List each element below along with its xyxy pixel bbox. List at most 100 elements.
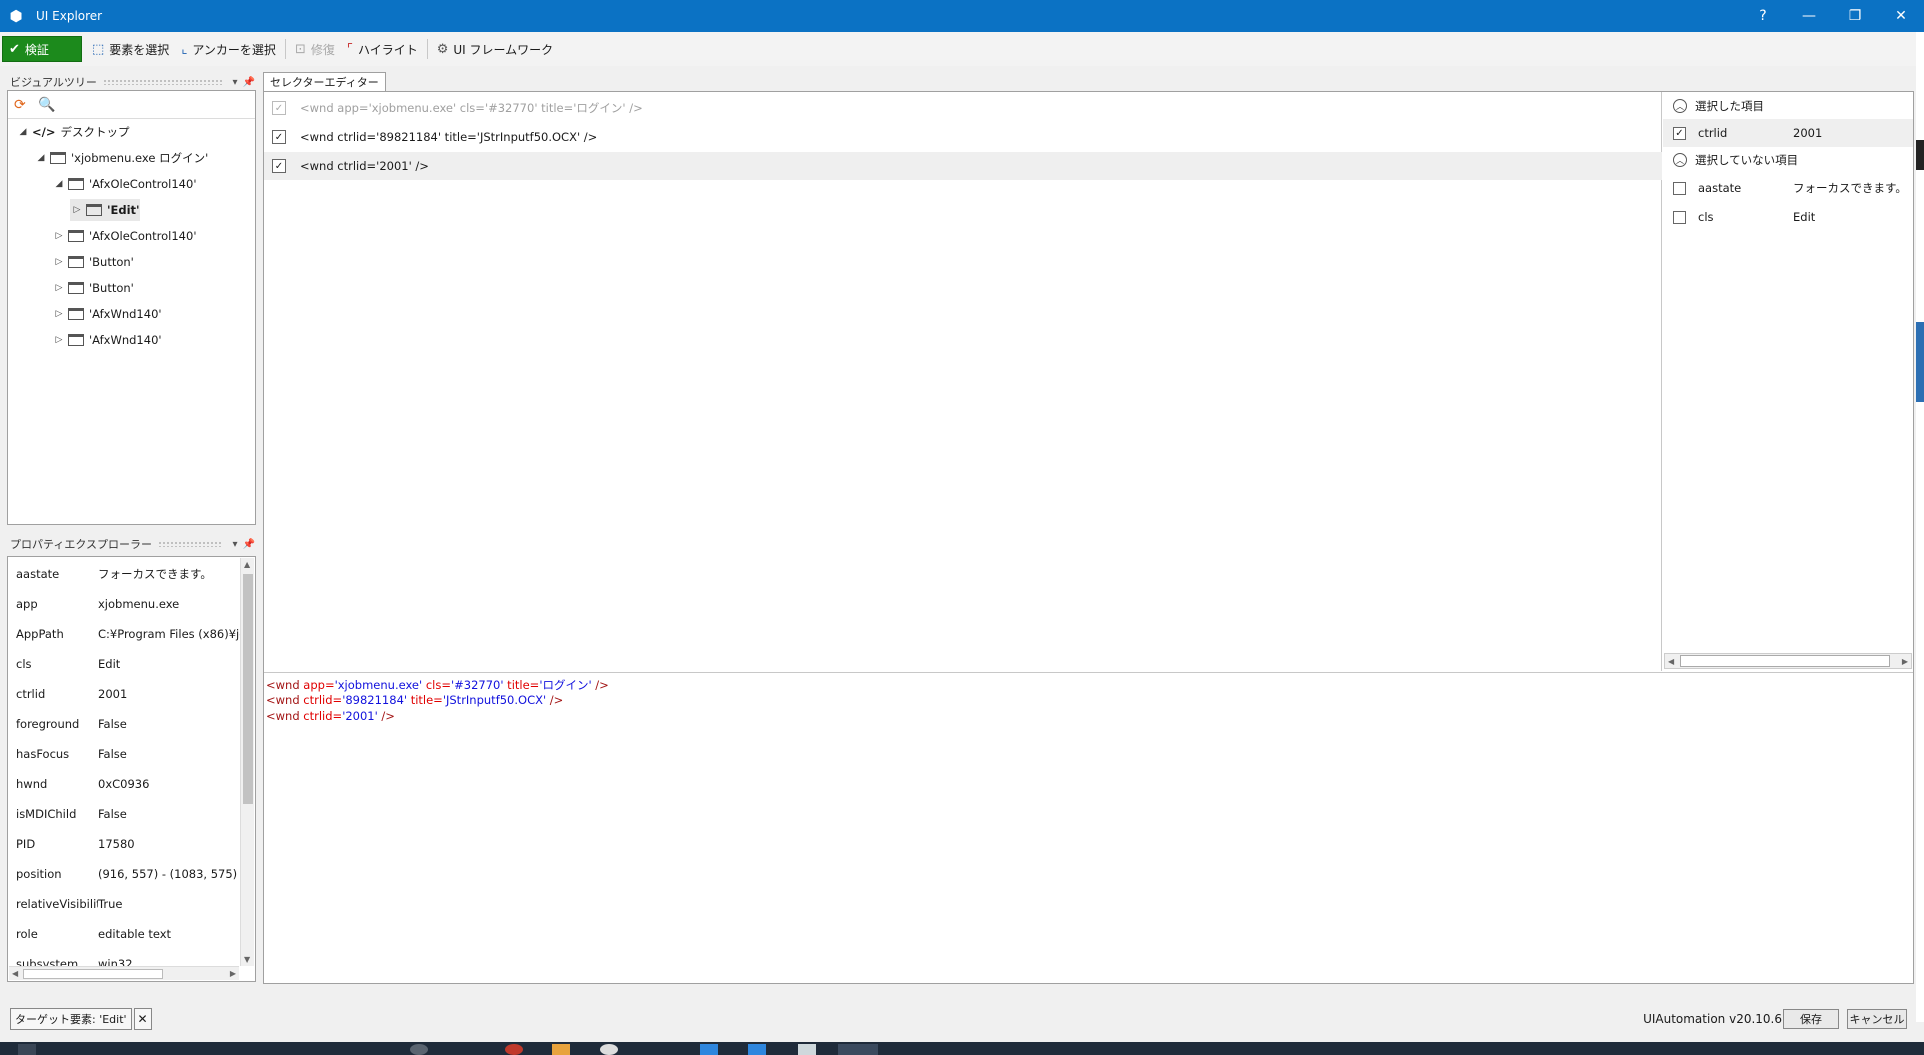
property-row[interactable]: ctrlid 2001 — [8, 679, 240, 709]
highlight-button[interactable]: ⌜ ハイライト — [341, 36, 424, 62]
cancel-button[interactable]: キャンセル — [1847, 1009, 1907, 1029]
xml-attr-name: app= — [303, 678, 335, 692]
select-anchor-button[interactable]: ⌞ アンカーを選択 — [175, 36, 282, 62]
tree-item[interactable]: ◢ </> デスクトップ — [16, 121, 130, 143]
tree-expander-icon[interactable]: ▷ — [70, 205, 84, 215]
tree-expander-icon[interactable]: ▷ — [52, 335, 66, 345]
check-icon: ✔ — [9, 41, 20, 57]
window-icon — [68, 178, 84, 190]
panel-grip — [102, 79, 222, 85]
selected-section-header[interactable]: ︿ 選択した項目 — [1663, 94, 1913, 118]
tab-selector-editor[interactable]: セレクターエディター — [263, 72, 386, 91]
toolbar-separator — [426, 39, 428, 59]
attribute-row[interactable]: ✓ ctrlid 2001 — [1663, 119, 1913, 147]
selector-checkbox[interactable]: ✓ — [272, 101, 286, 115]
taskbar-app-icon[interactable] — [798, 1044, 816, 1055]
property-row[interactable]: hwnd 0xC0936 — [8, 769, 240, 799]
taskbar-app-icon[interactable] — [410, 1044, 428, 1055]
window-icon — [50, 152, 66, 164]
vertical-scrollbar[interactable]: ▲ ▼ — [240, 558, 254, 966]
property-row[interactable]: cls Edit — [8, 649, 240, 679]
scroll-thumb[interactable] — [1680, 655, 1890, 667]
pin-icon[interactable]: 📌 — [242, 77, 256, 88]
start-icon[interactable] — [18, 1044, 36, 1055]
validate-button[interactable]: ✔ 検証 — [2, 36, 82, 62]
property-row[interactable]: role editable text — [8, 919, 240, 949]
horizontal-scrollbar[interactable]: ◀ ▶ — [9, 966, 239, 980]
property-row[interactable]: relativeVisibilityTrue — [8, 889, 240, 919]
tree-item[interactable]: ▷ 'AfxWnd140' — [52, 329, 162, 351]
property-row[interactable]: foreground False — [8, 709, 240, 739]
scroll-thumb[interactable] — [23, 969, 163, 979]
xml-tag: <wnd — [266, 693, 304, 707]
taskbar-app-icon[interactable] — [552, 1044, 570, 1055]
property-row[interactable]: app xjobmenu.exe — [8, 589, 240, 619]
collapse-icon[interactable]: ︿ — [1673, 153, 1687, 167]
tree-expander-icon[interactable]: ▷ — [52, 283, 66, 293]
attribute-key: cls — [1698, 210, 1714, 224]
xml-tag: /> — [546, 693, 564, 707]
xml-attr-value: 'JStrInputf50.OCX' — [442, 693, 547, 707]
tree-expander-icon[interactable]: ◢ — [52, 179, 66, 189]
tree-item[interactable]: ◢ 'AfxOleControl140' — [52, 173, 197, 195]
scroll-right-icon[interactable]: ▶ — [1902, 657, 1908, 666]
clear-target-button[interactable]: ✕ — [133, 1008, 152, 1030]
tree-expander-icon[interactable]: ▷ — [52, 231, 66, 241]
minimize-button[interactable]: — — [1786, 0, 1832, 32]
repair-button[interactable]: ⊡ 修復 — [289, 36, 341, 62]
tree-item[interactable]: ◢ 'xjobmenu.exe ログイン' — [34, 147, 209, 169]
selector-row[interactable]: ✓ <wnd app='xjobmenu.exe' cls='#32770' ti… — [264, 94, 1662, 122]
help-button[interactable]: ? — [1740, 0, 1786, 32]
scroll-thumb[interactable] — [243, 574, 253, 804]
scroll-down-icon[interactable]: ▼ — [244, 955, 250, 964]
tree-item[interactable]: ▷ 'Button' — [52, 251, 134, 273]
collapse-icon[interactable]: ︿ — [1673, 99, 1687, 113]
property-row[interactable]: position (916, 557) - (1083, 575) — [8, 859, 240, 889]
attribute-checkbox[interactable]: ✓ — [1673, 126, 1686, 140]
selector-row[interactable]: ✓ <wnd ctrlid='89821184' title='JStrInput… — [264, 123, 1662, 151]
scroll-right-icon[interactable]: ▶ — [230, 969, 236, 978]
dropdown-icon[interactable]: ▾ — [228, 77, 242, 88]
scroll-left-icon[interactable]: ◀ — [12, 969, 18, 978]
tree-expander-icon[interactable]: ◢ — [34, 153, 48, 163]
attribute-checkbox[interactable] — [1673, 210, 1686, 224]
scroll-up-icon[interactable]: ▲ — [244, 560, 250, 569]
search-icon[interactable]: 🔍 — [38, 97, 62, 113]
attribute-row[interactable]: cls Edit — [1663, 203, 1913, 231]
taskbar-app-icon[interactable] — [600, 1044, 618, 1055]
unselected-section-header[interactable]: ︿ 選択していない項目 — [1663, 148, 1913, 172]
taskbar-app-icon[interactable] — [748, 1044, 766, 1055]
tree-item[interactable]: ▷ 'Button' — [52, 277, 134, 299]
selector-xml-preview[interactable]: <wnd app='xjobmenu.exe' cls='#32770' tit… — [264, 672, 1913, 983]
scroll-left-icon[interactable]: ◀ — [1668, 657, 1674, 666]
tree-item[interactable]: ▷ 'AfxWnd140' — [52, 303, 162, 325]
tree-item[interactable]: ▷ 'Edit' — [70, 199, 140, 221]
restore-button[interactable]: ❐ — [1832, 0, 1878, 32]
selector-checkbox[interactable]: ✓ — [272, 130, 286, 144]
refresh-icon[interactable]: ⟳ — [14, 97, 38, 113]
tree-item[interactable]: ▷ 'AfxOleControl140' — [52, 225, 197, 247]
property-row[interactable]: hasFocus False — [8, 739, 240, 769]
tree-expander-icon[interactable]: ▷ — [52, 257, 66, 267]
property-row[interactable]: AppPath C:¥Program Files (x86)¥jd — [8, 619, 240, 649]
tree-expander-icon[interactable]: ◢ — [16, 127, 30, 137]
property-row[interactable]: PID 17580 — [8, 829, 240, 859]
pin-icon[interactable]: 📌 — [242, 539, 256, 550]
save-button[interactable]: 保存 — [1783, 1009, 1839, 1029]
close-button[interactable]: ✕ — [1878, 0, 1924, 32]
property-row[interactable]: aastate フォーカスできます。 — [8, 559, 240, 589]
taskbar-active-app[interactable] — [838, 1044, 878, 1055]
tree-expander-icon[interactable]: ▷ — [52, 309, 66, 319]
selector-list: ✓ <wnd app='xjobmenu.exe' cls='#32770' ti… — [264, 92, 1662, 671]
selector-checkbox[interactable]: ✓ — [272, 159, 286, 173]
attribute-horizontal-scrollbar[interactable]: ◀ ▶ — [1664, 653, 1912, 669]
selector-row[interactable]: ✓ <wnd ctrlid='2001' /> — [264, 152, 1662, 180]
ui-framework-button[interactable]: ⚙ UI フレームワーク — [431, 36, 559, 62]
property-row[interactable]: isMDIChild False — [8, 799, 240, 829]
attribute-row[interactable]: aastate フォーカスできます。 — [1663, 174, 1913, 202]
select-element-button[interactable]: ⬚ 要素を選択 — [86, 36, 175, 62]
attribute-checkbox[interactable] — [1673, 181, 1686, 195]
taskbar-app-icon[interactable] — [700, 1044, 718, 1055]
taskbar-app-icon[interactable] — [505, 1044, 523, 1055]
dropdown-icon[interactable]: ▾ — [228, 539, 242, 550]
